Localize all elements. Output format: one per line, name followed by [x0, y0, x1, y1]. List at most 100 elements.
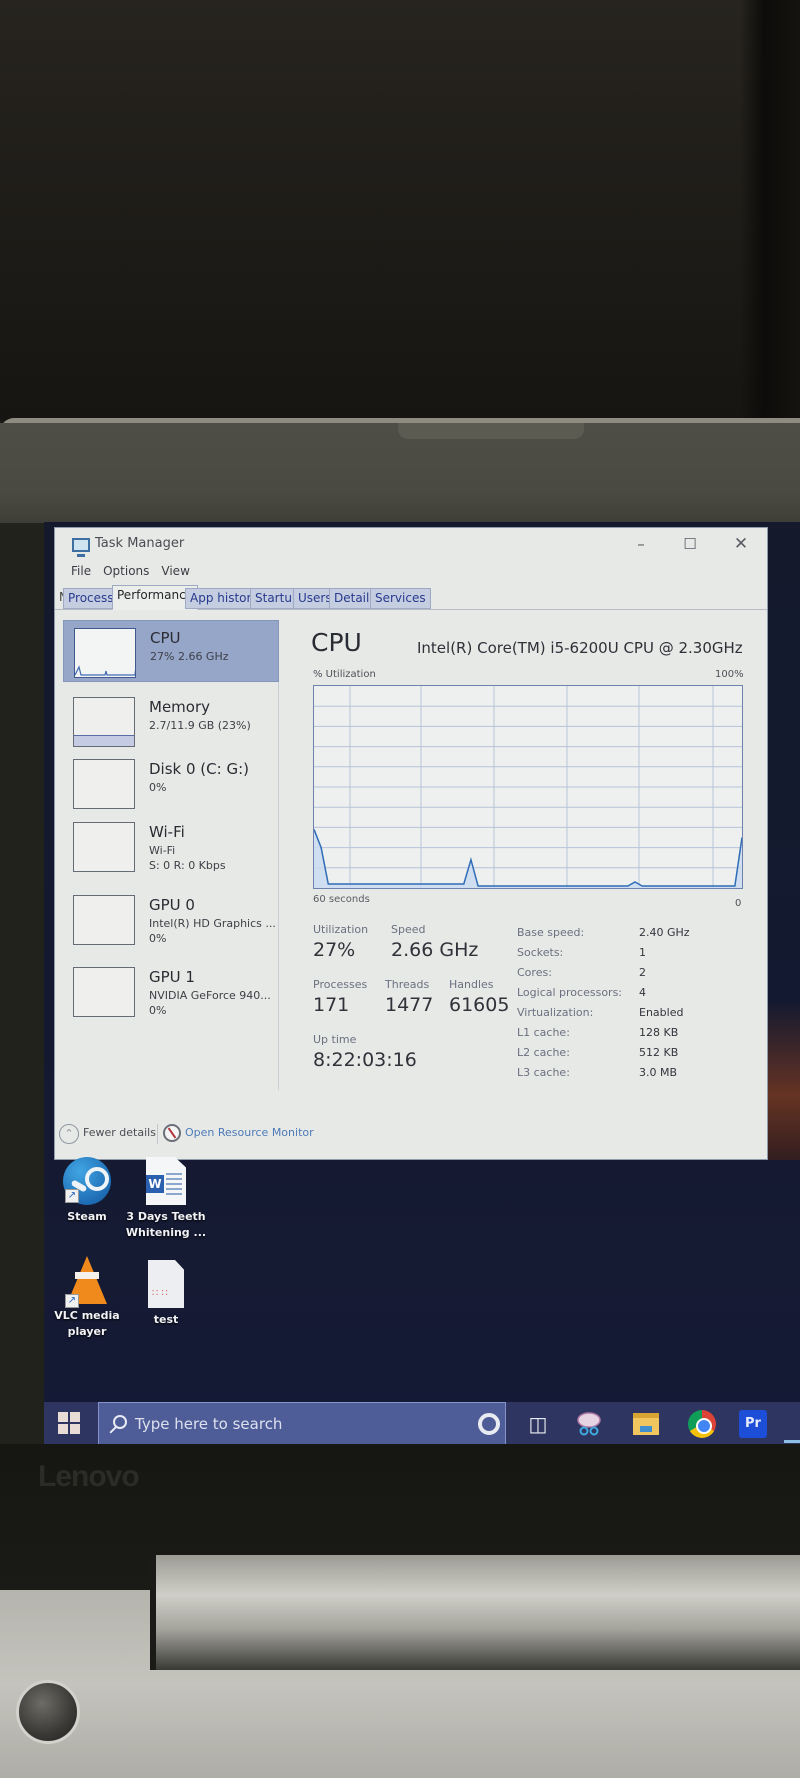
webcam-notch: [398, 423, 584, 439]
sidebar-item-name: Wi-Fi: [149, 823, 185, 841]
resource-monitor-icon[interactable]: [163, 1124, 181, 1142]
cpu-model-name: Intel(R) Core(TM) i5-6200U CPU @ 2.30GHz: [417, 639, 743, 657]
chevron-up-icon[interactable]: ⌃: [59, 1124, 79, 1144]
sidebar-item-usage: 0%: [149, 1004, 167, 1017]
sidebar-item-name: GPU 0: [149, 896, 195, 914]
laptop-top-bezel: [0, 423, 800, 523]
desktop-icon-vlc[interactable]: ↗ VLC media player: [45, 1256, 129, 1340]
desktop-icon-label: Steam: [67, 1210, 107, 1223]
desktop-icon-test-file[interactable]: test: [124, 1260, 208, 1328]
sockets-value: 1: [639, 946, 646, 959]
menu-options[interactable]: Options: [103, 564, 149, 582]
chrome-icon[interactable]: [688, 1410, 716, 1438]
cortana-icon[interactable]: [478, 1413, 500, 1435]
sidebar-item-name: CPU: [150, 629, 181, 647]
file-icon: [148, 1260, 184, 1308]
sidebar-item-detail: Intel(R) HD Graphics ...: [149, 917, 276, 930]
window-title: Task Manager: [95, 536, 185, 551]
maximize-button[interactable]: ☐: [676, 534, 704, 554]
search-placeholder: Type here to search: [135, 1415, 283, 1433]
taskbar: Type here to search ◫ Pr: [44, 1402, 800, 1446]
sockets-label: Sockets:: [517, 946, 564, 959]
processes-label: Processes: [313, 978, 368, 991]
graph-x-min-label: 0: [735, 898, 742, 909]
close-button[interactable]: ✕: [727, 534, 755, 554]
tab-services[interactable]: Services: [370, 588, 431, 609]
footer-divider: [157, 1124, 158, 1144]
speed-label: Speed: [391, 923, 426, 936]
sidebar-item-detail: 27% 2.66 GHz: [150, 650, 229, 663]
sidebar-item-wifi[interactable]: Wi-Fi Wi-Fi S: 0 R: 0 Kbps: [63, 815, 279, 877]
word-document-icon: W: [146, 1157, 186, 1205]
cpu-thumbnail-graph: [74, 628, 136, 678]
windows-start-icon[interactable]: [58, 1412, 80, 1434]
power-button[interactable]: [16, 1680, 80, 1744]
graph-x-label: 60 seconds: [313, 894, 370, 905]
virtualization-value: Enabled: [639, 1006, 684, 1019]
l1-cache-label: L1 cache:: [517, 1026, 570, 1039]
memory-usage-fill: [74, 734, 134, 746]
snipping-tool-icon[interactable]: [575, 1410, 603, 1438]
desktop-icon-label: VLC media player: [54, 1309, 120, 1338]
file-explorer-icon[interactable]: [633, 1413, 659, 1435]
menu-file[interactable]: File: [71, 564, 91, 582]
cores-label: Cores:: [517, 966, 552, 979]
processes-value: 171: [313, 994, 350, 1016]
logical-processors-value: 4: [639, 986, 646, 999]
premiere-pro-icon[interactable]: Pr: [739, 1410, 767, 1438]
l2-cache-value: 512 KB: [639, 1046, 679, 1059]
shortcut-arrow-icon: ↗: [65, 1189, 79, 1203]
sidebar-item-usage: 0%: [149, 932, 167, 945]
sidebar-item-name: Memory: [149, 698, 211, 716]
sidebar-item-disk[interactable]: Disk 0 (C: G:) 0%: [63, 752, 279, 814]
threads-value: 1477: [385, 994, 434, 1016]
fewer-details-link[interactable]: Fewer details: [83, 1126, 156, 1139]
resource-sidebar: CPU 27% 2.66 GHz Memory 2.7/11.9 GB (23%…: [63, 620, 279, 1090]
threads-label: Threads: [385, 978, 430, 991]
background-wall: [0, 0, 800, 420]
cores-value: 2: [639, 966, 646, 979]
minimize-button[interactable]: –: [627, 534, 655, 554]
handles-value: 61605: [449, 994, 510, 1016]
uptime-label: Up time: [313, 1033, 357, 1046]
l3-cache-label: L3 cache:: [517, 1066, 570, 1079]
shortcut-arrow-icon: ↗: [65, 1294, 79, 1308]
title-bar[interactable]: Task Manager – ☐ ✕: [55, 528, 767, 560]
search-icon: [113, 1415, 127, 1429]
task-manager-icon: [72, 538, 90, 557]
virtualization-label: Virtualization:: [517, 1006, 594, 1019]
l3-cache-value: 3.0 MB: [639, 1066, 678, 1079]
taskbar-overflow-indicator: [784, 1440, 800, 1443]
logical-processors-label: Logical processors:: [517, 986, 623, 999]
sidebar-item-memory[interactable]: Memory 2.7/11.9 GB (23%): [63, 690, 279, 752]
lenovo-logo: Lenovo: [38, 1460, 140, 1493]
taskbar-search-input[interactable]: Type here to search: [98, 1402, 506, 1446]
graph-y-max-label: 100%: [715, 669, 744, 680]
uptime-value: 8:22:03:16: [313, 1049, 417, 1071]
graph-y-label: % Utilization: [313, 669, 376, 680]
sidebar-item-throughput: S: 0 R: 0 Kbps: [149, 859, 226, 872]
gpu1-thumbnail-graph: [73, 967, 135, 1017]
desktop-icon-label: 3 Days Teeth Whitening ...: [125, 1210, 207, 1239]
menu-view[interactable]: View: [161, 564, 189, 582]
sidebar-item-name: GPU 1: [149, 968, 195, 986]
disk-thumbnail-graph: [73, 759, 135, 809]
sidebar-item-gpu0[interactable]: GPU 0 Intel(R) HD Graphics ... 0%: [63, 888, 279, 950]
cpu-graph-canvas: [314, 686, 742, 888]
page-title: CPU: [311, 628, 362, 657]
wifi-thumbnail-graph: [73, 822, 135, 872]
cpu-utilization-line: [314, 829, 742, 887]
desktop-icon-word-document[interactable]: W 3 Days Teeth Whitening ...: [124, 1157, 208, 1241]
window-footer: ⌃ Fewer details Open Resource Monitor: [55, 1114, 767, 1154]
desktop-icon-steam[interactable]: ↗ Steam: [45, 1157, 129, 1225]
open-resource-monitor-link[interactable]: Open Resource Monitor: [185, 1126, 314, 1139]
task-manager-window: Task Manager – ☐ ✕ File Options View N P…: [54, 527, 768, 1160]
utilization-value: 27%: [313, 939, 356, 961]
sidebar-item-gpu1[interactable]: GPU 1 NVIDIA GeForce 940... 0%: [63, 960, 279, 1022]
desktop-icon-label: test: [153, 1313, 179, 1326]
sidebar-item-cpu[interactable]: CPU 27% 2.66 GHz: [63, 620, 279, 682]
cpu-utilization-area: [314, 829, 742, 888]
memory-thumbnail-graph: [73, 697, 135, 747]
task-view-icon[interactable]: ◫: [524, 1410, 552, 1438]
background-shadow: [740, 0, 800, 420]
